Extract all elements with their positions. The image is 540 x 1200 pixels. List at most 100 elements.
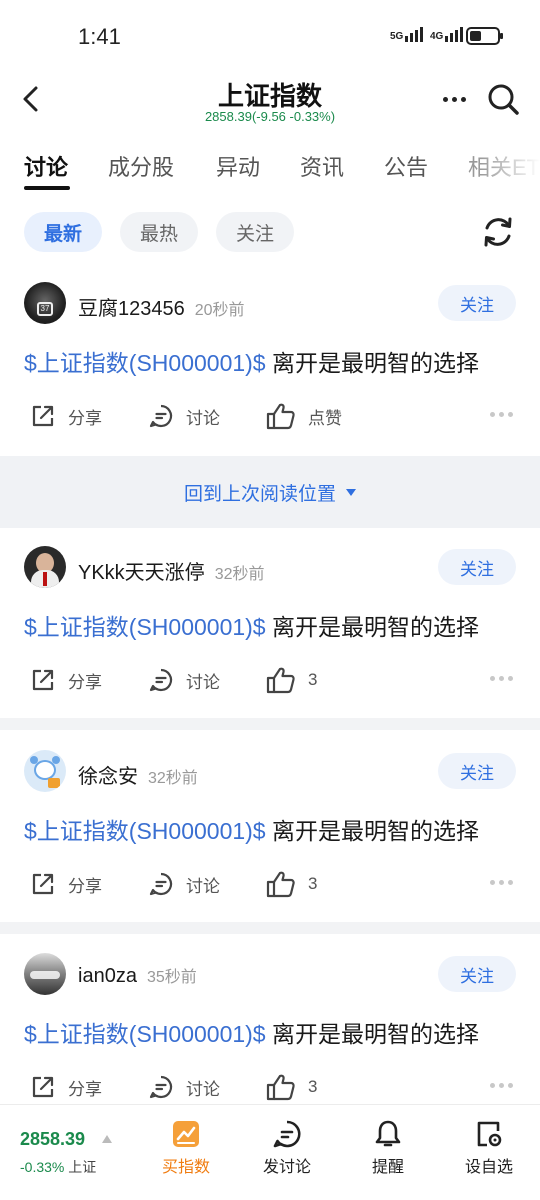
follow-button[interactable]: 关注 <box>438 956 516 992</box>
buy-index-button[interactable]: 买指数 <box>141 1119 231 1177</box>
thumbs-up-icon <box>266 871 295 898</box>
post-card[interactable]: 37 豆腐123456 20秒前 关注 $上证指数(SH000001)$ 离开是最… <box>0 282 540 456</box>
tab-discussion[interactable]: 讨论 <box>24 150 68 182</box>
tab-movements[interactable]: 异动 <box>216 150 260 182</box>
discuss-button[interactable]: 讨论 <box>148 866 220 902</box>
like-button[interactable]: 3 <box>266 866 317 902</box>
post-card[interactable]: 徐念安 32秒前 关注 $上证指数(SH000001)$ 离开是最明智的选择 分享… <box>0 750 540 922</box>
follow-button[interactable]: 关注 <box>438 285 516 321</box>
share-icon <box>32 405 54 427</box>
share-icon <box>32 1076 54 1098</box>
thumbs-up-icon <box>266 403 295 430</box>
post-discussion-button[interactable]: 发讨论 <box>242 1119 332 1177</box>
post-text: 离开是最明智的选择 <box>265 614 479 640</box>
post-actions: 分享 讨论 点赞 <box>0 398 540 434</box>
stock-link[interactable]: $上证指数(SH000001)$ <box>24 614 266 640</box>
post-author[interactable]: 豆腐123456 20秒前 <box>78 292 245 321</box>
search-icon[interactable] <box>486 82 520 116</box>
post-card[interactable]: ian0za 35秒前 关注 $上证指数(SH000001)$ 离开是最明智的选择… <box>0 953 540 1103</box>
post-divider <box>0 922 540 934</box>
share-icon <box>32 873 54 895</box>
like-button[interactable]: 3 <box>266 1069 317 1105</box>
thumbs-up-icon <box>266 667 295 694</box>
follow-button[interactable]: 关注 <box>438 753 516 789</box>
thumbs-up-icon <box>266 1074 295 1101</box>
post-author[interactable]: YKkk天天涨停 32秒前 <box>78 556 265 585</box>
stock-link[interactable]: $上证指数(SH000001)$ <box>24 350 266 376</box>
bottom-bar: 2858.39 -0.33% 上证 买指数 发讨论 提醒 设自选 <box>0 1104 540 1200</box>
post-content[interactable]: $上证指数(SH000001)$ 离开是最明智的选择 <box>24 344 479 378</box>
post-more-icon[interactable] <box>490 412 513 417</box>
discuss-button[interactable]: 讨论 <box>148 1069 220 1105</box>
comment-icon <box>149 1075 173 1099</box>
post-actions: 分享 讨论 3 <box>0 1069 540 1105</box>
status-time: 1:41 <box>78 24 121 49</box>
post-more-icon[interactable] <box>490 1083 513 1088</box>
comment-icon <box>149 872 173 896</box>
share-button[interactable]: 分享 <box>30 398 102 434</box>
avatar[interactable] <box>24 750 66 792</box>
more-icon[interactable] <box>438 84 470 114</box>
header: 上证指数 2858.39(-9.56 -0.33%) <box>0 72 540 136</box>
share-button[interactable]: 分享 <box>30 866 102 902</box>
signal-4g-icon: 4G <box>430 26 464 42</box>
tab-announcements[interactable]: 公告 <box>384 150 428 182</box>
expand-up-icon[interactable] <box>102 1135 112 1143</box>
tabs-fade-overlay <box>480 150 540 190</box>
follow-button[interactable]: 关注 <box>438 549 516 585</box>
discuss-button[interactable]: 讨论 <box>148 398 220 434</box>
post-time: 20秒前 <box>194 302 245 319</box>
battery-icon <box>466 27 503 45</box>
tab-news[interactable]: 资讯 <box>300 150 344 182</box>
comment-icon <box>273 1120 301 1148</box>
avatar[interactable] <box>24 546 66 588</box>
post-content[interactable]: $上证指数(SH000001)$ 离开是最明智的选择 <box>24 608 479 642</box>
comment-icon <box>149 668 173 692</box>
bell-icon <box>375 1120 401 1147</box>
share-button[interactable]: 分享 <box>30 662 102 698</box>
share-icon <box>32 669 54 691</box>
caret-down-icon <box>346 488 356 496</box>
post-actions: 分享 讨论 3 <box>0 662 540 698</box>
like-button[interactable]: 3 <box>266 662 317 698</box>
comment-icon <box>149 404 173 428</box>
avatar[interactable]: 37 <box>24 282 66 324</box>
post-author[interactable]: 徐念安 32秒前 <box>78 760 198 789</box>
post-time: 35秒前 <box>146 969 197 986</box>
like-button[interactable]: 点赞 <box>266 398 342 434</box>
index-change[interactable]: -0.33% 上证 <box>20 1157 96 1177</box>
share-button[interactable]: 分享 <box>30 1069 102 1105</box>
tab-bar: 讨论 成分股 异动 资讯 公告 相关ETF <box>0 150 540 190</box>
post-text: 离开是最明智的选择 <box>265 1021 479 1047</box>
post-author[interactable]: ian0za 35秒前 <box>78 963 197 988</box>
alert-button[interactable]: 提醒 <box>343 1119 433 1177</box>
avatar[interactable] <box>24 953 66 995</box>
active-tab-indicator <box>24 186 70 190</box>
resume-reading-button[interactable]: 回到上次阅读位置 <box>0 456 540 528</box>
post-content[interactable]: $上证指数(SH000001)$ 离开是最明智的选择 <box>24 1015 479 1049</box>
filter-hot[interactable]: 最热 <box>120 212 198 252</box>
filter-latest[interactable]: 最新 <box>24 212 102 252</box>
filter-following[interactable]: 关注 <box>216 212 294 252</box>
add-watchlist-button[interactable]: 设自选 <box>444 1119 534 1177</box>
post-content[interactable]: $上证指数(SH000001)$ 离开是最明智的选择 <box>24 812 479 846</box>
signal-5g-icon: 5G <box>390 26 424 42</box>
watchlist-settings-icon <box>477 1121 502 1147</box>
tab-constituents[interactable]: 成分股 <box>108 150 174 182</box>
post-more-icon[interactable] <box>490 880 513 885</box>
post-time: 32秒前 <box>148 770 198 787</box>
post-actions: 分享 讨论 3 <box>0 866 540 902</box>
status-bar: 1:41 5G 4G <box>0 0 540 72</box>
index-price[interactable]: 2858.39 <box>20 1129 85 1150</box>
stock-link[interactable]: $上证指数(SH000001)$ <box>24 818 266 844</box>
chart-trend-icon <box>173 1121 199 1147</box>
stock-link[interactable]: $上证指数(SH000001)$ <box>24 1021 266 1047</box>
post-text: 离开是最明智的选择 <box>265 350 479 376</box>
post-divider <box>0 718 540 730</box>
post-more-icon[interactable] <box>490 676 513 681</box>
post-time: 32秒前 <box>214 566 265 583</box>
refresh-icon[interactable] <box>480 214 516 250</box>
post-text: 离开是最明智的选择 <box>265 818 479 844</box>
post-card[interactable]: YKkk天天涨停 32秒前 关注 $上证指数(SH000001)$ 离开是最明智的… <box>0 546 540 718</box>
discuss-button[interactable]: 讨论 <box>148 662 220 698</box>
